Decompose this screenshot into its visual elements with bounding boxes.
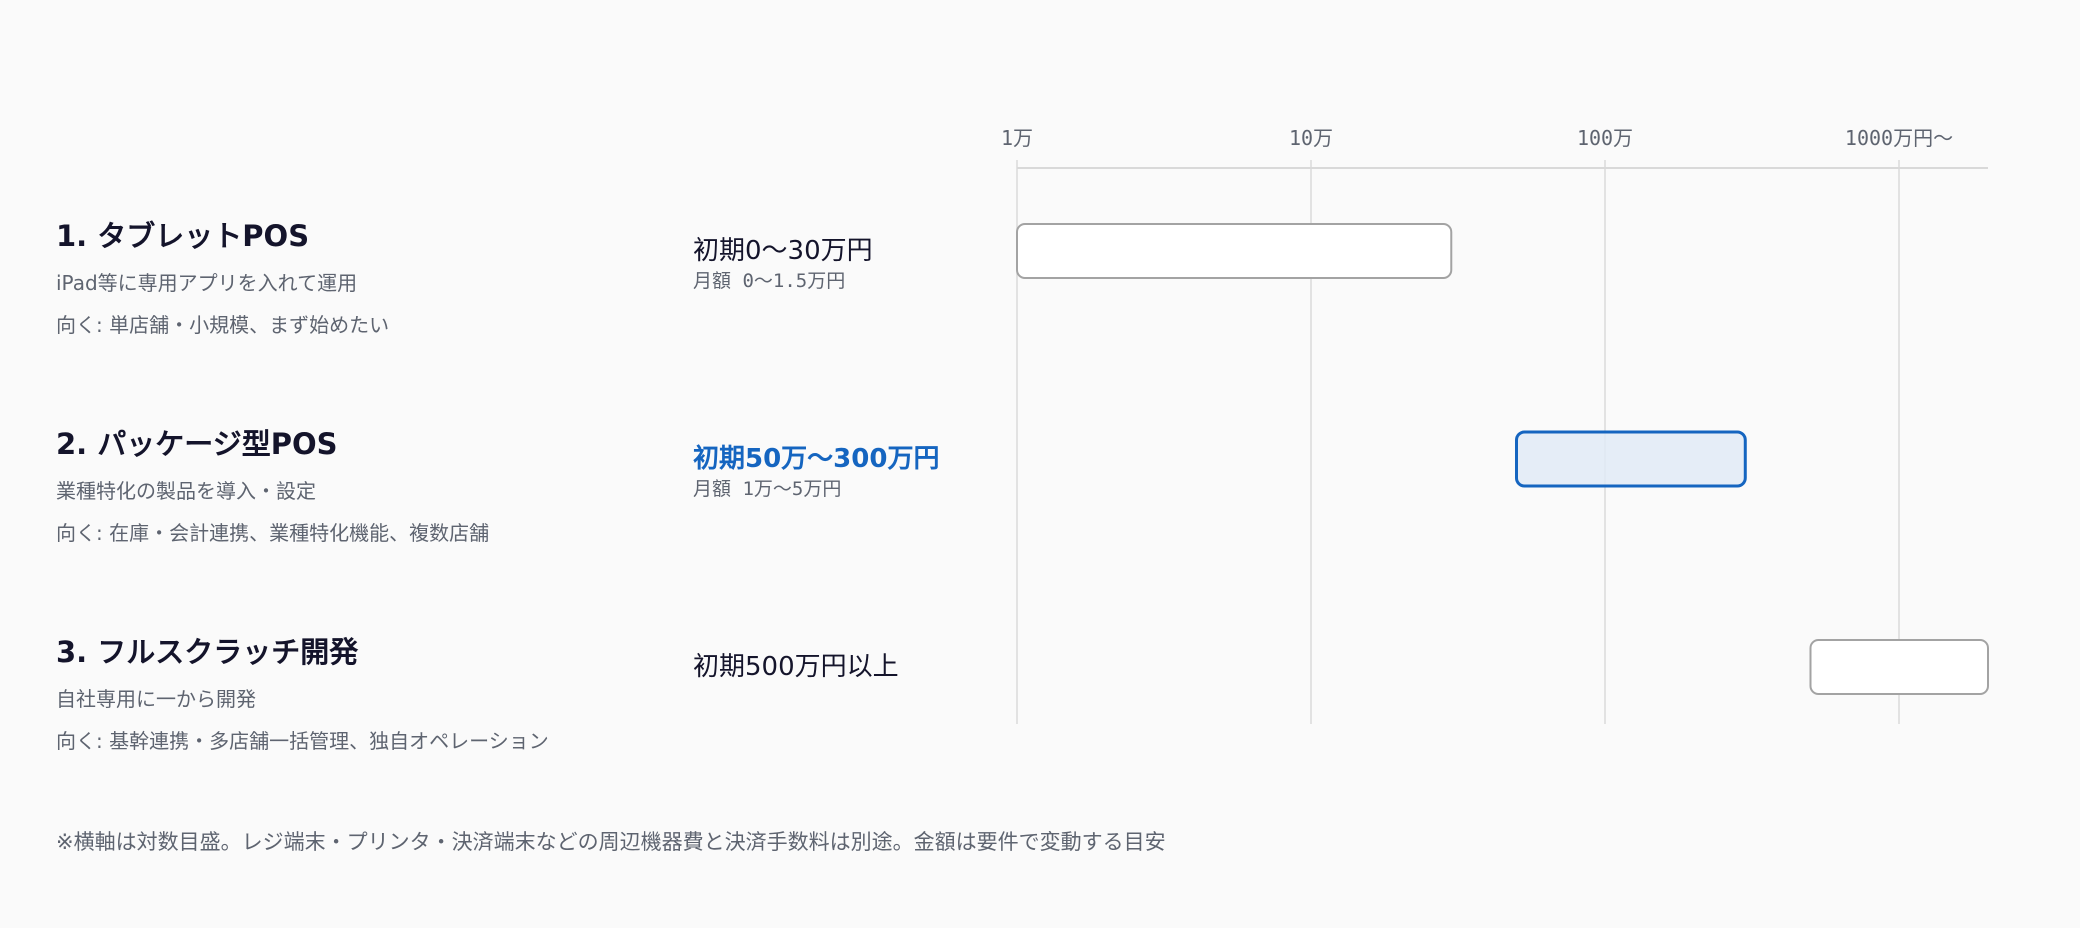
x-tick-label: 1万 bbox=[1001, 126, 1033, 150]
cost-range-bar bbox=[1809, 639, 1990, 695]
log-scale-cost-chart: 1万 10万 100万 1000万円〜 bbox=[1001, 126, 1990, 724]
x-tick-label: 10万 bbox=[1289, 126, 1333, 150]
cost-range-bar bbox=[1514, 430, 1747, 488]
footnote: ※横軸は対数目盛。レジ端末・プリンタ・決済端末などの周辺機器費と決済手数料は別途… bbox=[56, 830, 1166, 854]
x-tick-label: 100万 bbox=[1577, 126, 1633, 150]
cost-range-bar bbox=[1016, 223, 1453, 279]
x-tick-label: 1000万円〜 bbox=[1845, 126, 1953, 150]
